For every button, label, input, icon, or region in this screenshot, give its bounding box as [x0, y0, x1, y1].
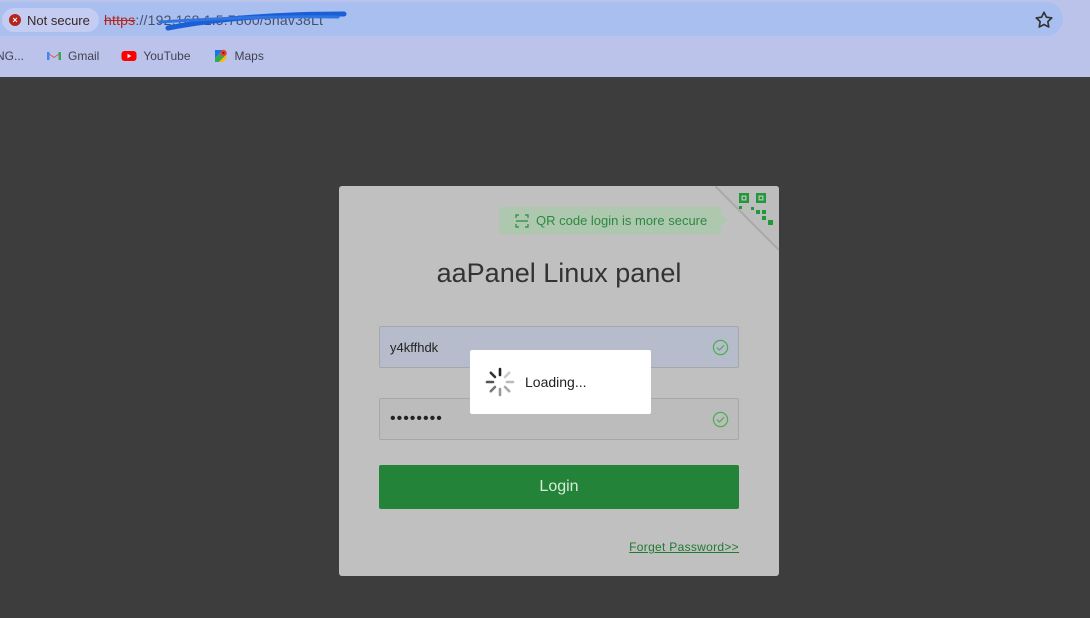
panel-title: aaPanel Linux panel	[436, 258, 682, 288]
valid-check-icon	[712, 339, 729, 356]
loading-popup: Loading...	[470, 350, 651, 414]
bookmark-gmail[interactable]: Gmail	[46, 44, 99, 68]
scan-icon	[515, 213, 529, 228]
maps-icon	[214, 49, 227, 62]
youtube-icon	[121, 51, 137, 61]
qr-login-hint[interactable]: QR code login is more secure	[499, 207, 729, 234]
bookmark-ng[interactable]: NG...	[0, 44, 24, 68]
gmail-icon	[47, 52, 62, 60]
forget-password-link[interactable]: Forget Password>>	[629, 540, 739, 554]
valid-check-icon	[712, 411, 729, 428]
bookmark-maps[interactable]: Maps	[213, 44, 264, 68]
bookmark-label: Gmail	[68, 49, 100, 63]
url-scheme: https	[104, 12, 136, 28]
bookmark-label: NG...	[0, 49, 25, 63]
login-button[interactable]: Login	[379, 465, 739, 509]
window-edge: ⋮	[1084, 8, 1090, 34]
bookmark-label: Maps	[234, 49, 264, 63]
not-secure-icon: ×	[9, 14, 21, 26]
qr-hint-text: QR code login is more secure	[536, 213, 708, 228]
bookmarks-bar: NG... Gmail YouTube Maps	[0, 44, 286, 68]
security-indicator[interactable]: × Not secure	[2, 8, 99, 32]
address-bar[interactable]: × Not secure https://192.168.1.5:7800/5h…	[0, 2, 1063, 36]
bookmark-label: YouTube	[143, 49, 191, 63]
redaction-scribble	[158, 11, 347, 31]
bookmark-star-icon[interactable]	[1033, 9, 1055, 31]
loading-text: Loading...	[525, 374, 587, 390]
qr-code-corner-icon[interactable]	[715, 186, 779, 250]
browser-chrome: × Not secure https://192.168.1.5:7800/5h…	[0, 0, 1090, 77]
security-label: Not secure	[27, 12, 90, 28]
bookmark-youtube[interactable]: YouTube	[121, 44, 191, 68]
loading-spinner-icon	[485, 367, 515, 397]
